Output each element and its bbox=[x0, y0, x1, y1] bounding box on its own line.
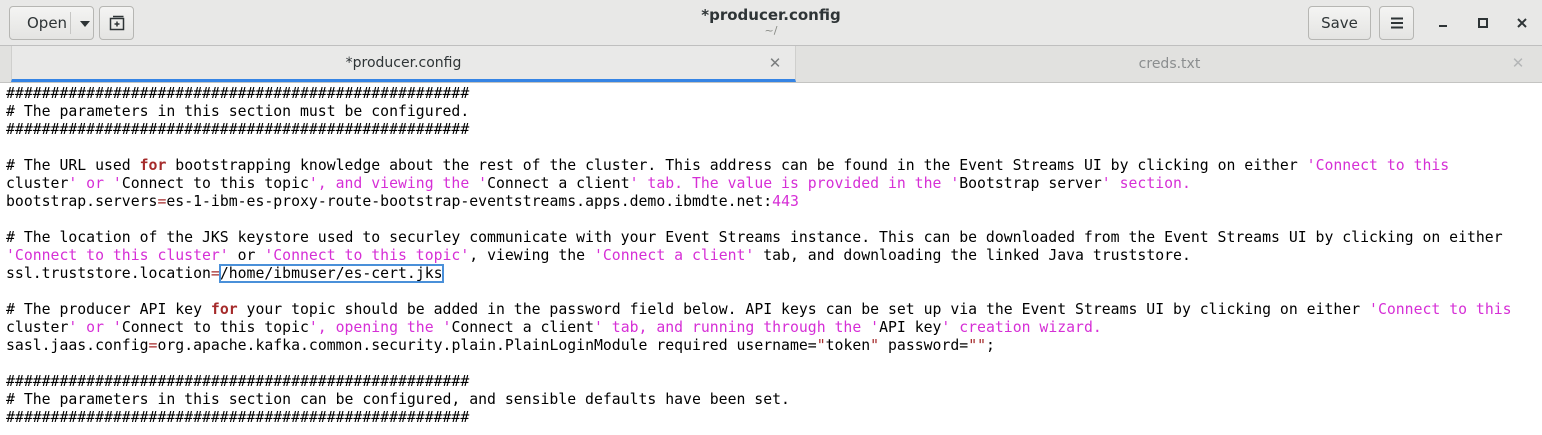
tab-close-icon[interactable]: ✕ bbox=[768, 56, 782, 71]
tab-producer-config[interactable]: *producer.config ✕ bbox=[11, 46, 796, 82]
hamburger-menu-icon bbox=[1390, 17, 1403, 29]
code-line: # The URL used for bootstrapping knowled… bbox=[6, 157, 1450, 174]
save-button[interactable]: Save bbox=[1308, 6, 1371, 40]
tab-close-icon[interactable]: ✕ bbox=[1511, 56, 1525, 71]
close-button[interactable] bbox=[1509, 10, 1535, 36]
code-line: ########################################… bbox=[6, 121, 470, 138]
header-bar: Open *producer.config ~/ Save bbox=[0, 0, 1542, 46]
minimize-icon bbox=[1439, 25, 1447, 27]
code-line: bootstrap.servers=es-1-ibm-es-proxy-rout… bbox=[6, 193, 799, 210]
code-line: sasl.jaas.config=org.apache.kafka.common… bbox=[6, 337, 995, 354]
minimize-button[interactable] bbox=[1430, 10, 1456, 36]
code-line: ########################################… bbox=[6, 85, 470, 102]
code-line: 'Connect to this cluster' or 'Connect to… bbox=[6, 247, 1191, 264]
code-line: ########################################… bbox=[6, 373, 470, 390]
tab-label: creds.txt bbox=[1138, 56, 1201, 72]
maximize-icon bbox=[1478, 18, 1488, 28]
code-line: # The parameters in this section must be… bbox=[6, 103, 470, 120]
code-line: ssl.truststore.location=/home/ibmuser/es… bbox=[6, 264, 444, 283]
code-line: cluster' or 'Connect to this topic', and… bbox=[6, 175, 1191, 192]
code-line: # The producer API key for your topic sh… bbox=[6, 301, 1512, 318]
code-line: ########################################… bbox=[6, 409, 470, 426]
code-view[interactable]: ########################################… bbox=[6, 85, 1512, 427]
tab-creds-txt[interactable]: creds.txt ✕ bbox=[797, 46, 1542, 82]
tab-label: *producer.config bbox=[345, 54, 462, 71]
code-line: # The parameters in this section can be … bbox=[6, 391, 790, 408]
tab-bar: *producer.config ✕ creds.txt ✕ bbox=[0, 46, 1542, 83]
highlighted-value[interactable]: /home/ibmuser/es-cert.jks bbox=[218, 264, 444, 283]
text-editor[interactable]: ########################################… bbox=[0, 83, 1542, 435]
menu-button[interactable] bbox=[1379, 6, 1414, 40]
code-line: cluster' or 'Connect to this topic', ope… bbox=[6, 319, 1102, 336]
maximize-button[interactable] bbox=[1470, 10, 1496, 36]
code-line: # The location of the JKS keystore used … bbox=[6, 229, 1503, 246]
close-icon bbox=[1517, 18, 1527, 28]
